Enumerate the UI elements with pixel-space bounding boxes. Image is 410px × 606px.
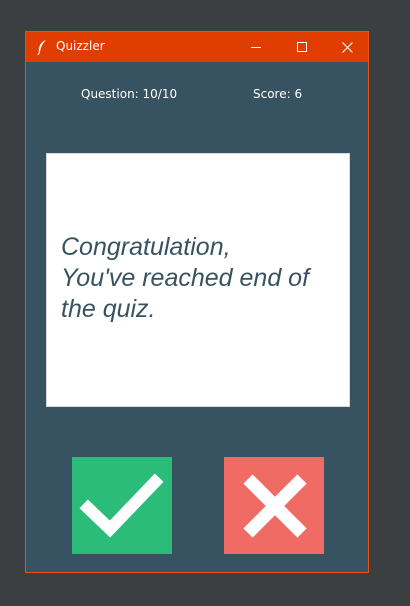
title-bar[interactable]: Quizzler <box>26 32 368 62</box>
false-button[interactable] <box>224 457 324 554</box>
question-text: Congratulation, You've reached end of th… <box>61 233 310 323</box>
quizzler-window: Quizzler Question: 10/10 Score: 6 Congra… <box>25 31 369 573</box>
close-icon <box>341 41 353 53</box>
true-button[interactable] <box>72 457 172 554</box>
feather-icon <box>35 39 49 56</box>
maximize-button[interactable] <box>279 32 325 62</box>
question-card: Congratulation, You've reached end of th… <box>46 153 350 407</box>
score-label: Score: 6 <box>253 87 303 101</box>
window-title: Quizzler <box>56 39 105 53</box>
close-button[interactable] <box>324 32 370 62</box>
question-counter: Question: 10/10 <box>81 87 178 101</box>
minimize-button[interactable] <box>233 32 279 62</box>
minimize-icon <box>251 42 261 52</box>
maximize-icon <box>297 42 307 52</box>
